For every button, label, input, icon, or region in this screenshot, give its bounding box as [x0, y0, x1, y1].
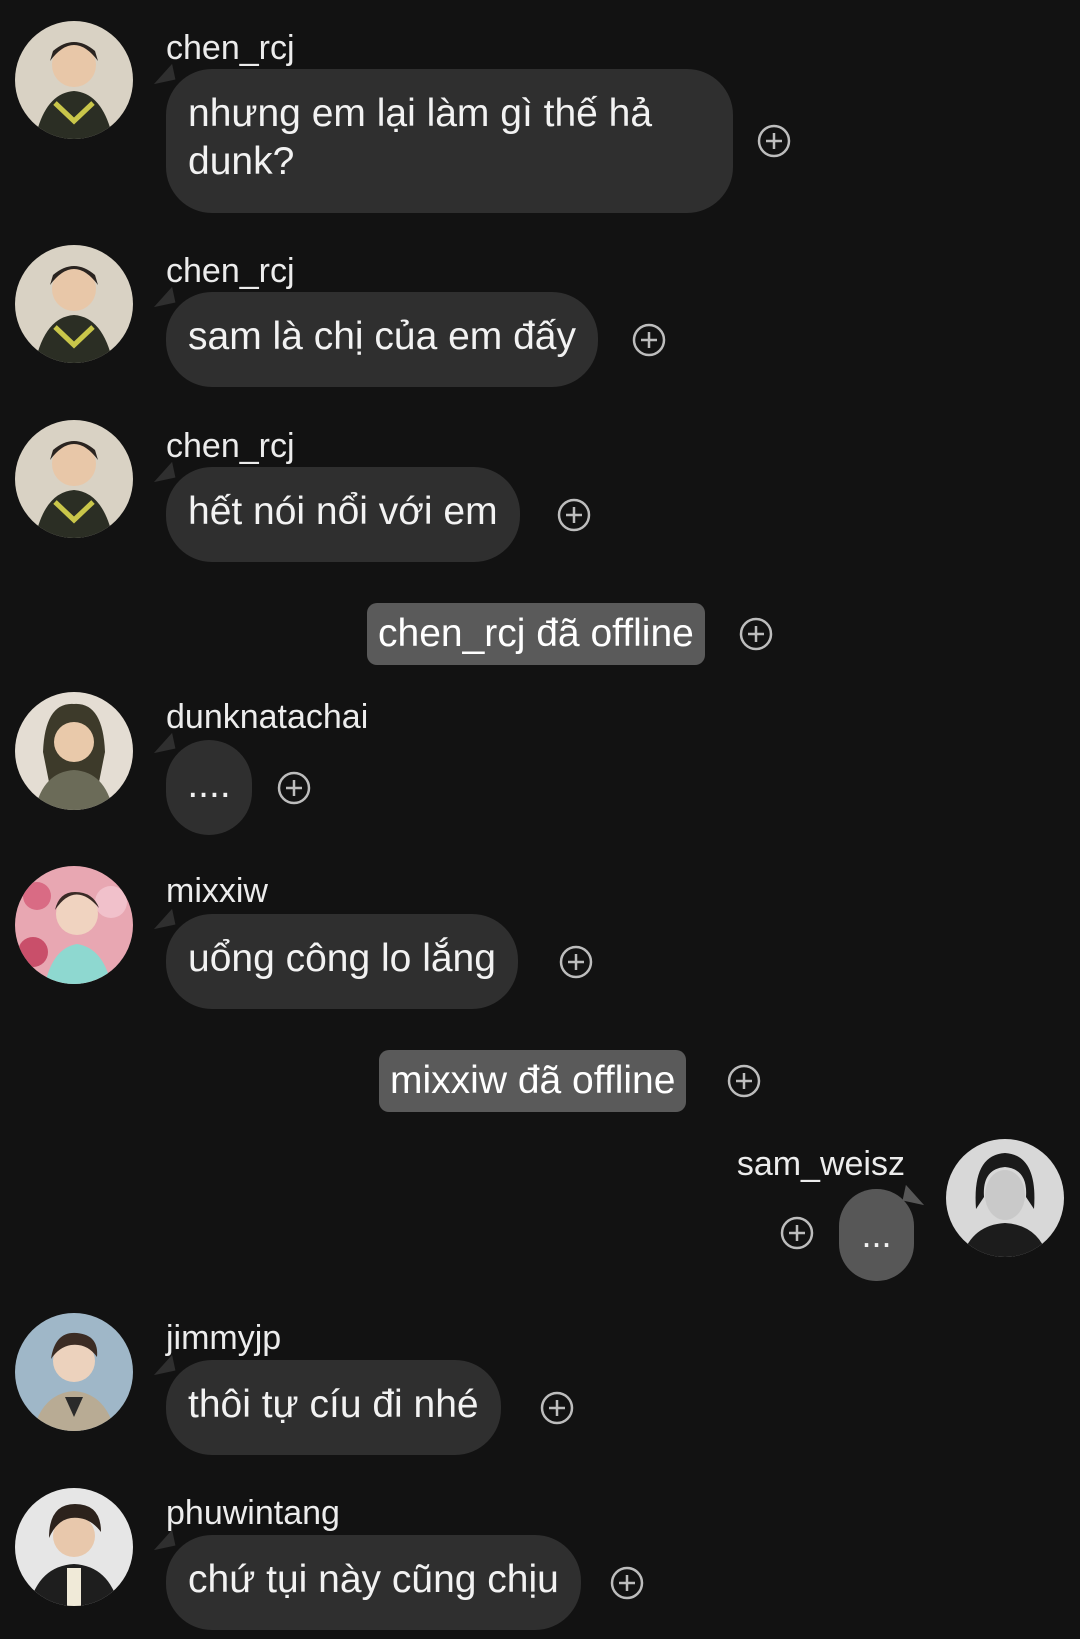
message-bubble[interactable]: hết nói nổi với em [166, 467, 520, 562]
add-reaction-icon[interactable] [610, 1566, 644, 1600]
avatar-dunknatachai[interactable] [15, 692, 133, 810]
add-reaction-icon[interactable] [727, 1064, 761, 1098]
message-bubble[interactable]: .... [166, 740, 252, 835]
bubble-tail [150, 461, 176, 483]
add-reaction-icon[interactable] [739, 617, 773, 651]
add-reaction-icon[interactable] [557, 498, 591, 532]
username: sam_weisz [736, 1145, 905, 1183]
avatar-chen-rcj[interactable] [15, 21, 133, 139]
username: chen_rcj [166, 29, 295, 67]
avatar-phuwintang[interactable] [15, 1488, 133, 1606]
avatar-chen-rcj[interactable] [15, 420, 133, 538]
avatar-mixxiw[interactable] [15, 866, 133, 984]
message-text: ... [861, 1214, 892, 1255]
message-text: thôi tự cíu đi nhé [188, 1383, 479, 1426]
message-text: chứ tụi này cũng chịu [188, 1558, 559, 1601]
avatar-chen-rcj[interactable] [15, 245, 133, 363]
bubble-tail [150, 732, 176, 754]
bubble-tail [150, 63, 176, 85]
message-text: .... [187, 763, 231, 806]
bubble-tail [150, 286, 176, 308]
username: dunknatachai [166, 698, 369, 736]
message-text: hết nói nổi với em [188, 490, 498, 533]
system-notice: chen_rcj đã offline [367, 603, 705, 665]
username: jimmyjp [166, 1319, 282, 1357]
username: chen_rcj [166, 427, 295, 465]
message-bubble[interactable]: uổng công lo lắng [166, 914, 518, 1009]
avatar-jimmyjp[interactable] [15, 1313, 133, 1431]
avatar-sam-weisz[interactable] [946, 1139, 1064, 1257]
bubble-tail [150, 1354, 176, 1376]
username: chen_rcj [166, 252, 295, 290]
add-reaction-icon[interactable] [540, 1391, 574, 1425]
add-reaction-icon[interactable] [632, 323, 666, 357]
message-bubble[interactable]: chứ tụi này cũng chịu [166, 1535, 581, 1630]
message-bubble[interactable]: thôi tự cíu đi nhé [166, 1360, 501, 1455]
message-bubble[interactable]: nhưng em lại làm gì thế hả dunk? [166, 69, 733, 213]
username: phuwintang [166, 1494, 340, 1532]
bubble-tail [150, 908, 176, 930]
username: mixxiw [166, 872, 268, 910]
message-text: uổng công lo lắng [188, 937, 496, 980]
bubble-tail [902, 1184, 928, 1206]
message-text: nhưng em lại làm gì thế hả dunk? [188, 92, 653, 183]
system-notice: mixxiw đã offline [379, 1050, 687, 1112]
add-reaction-icon[interactable] [277, 771, 311, 805]
message-bubble[interactable]: ... [839, 1189, 914, 1281]
message-bubble[interactable]: sam là chị của em đấy [166, 292, 599, 387]
bubble-tail [150, 1529, 176, 1551]
add-reaction-icon[interactable] [780, 1216, 814, 1250]
add-reaction-icon[interactable] [559, 945, 593, 979]
add-reaction-icon[interactable] [757, 124, 791, 158]
message-text: sam là chị của em đấy [188, 315, 577, 358]
